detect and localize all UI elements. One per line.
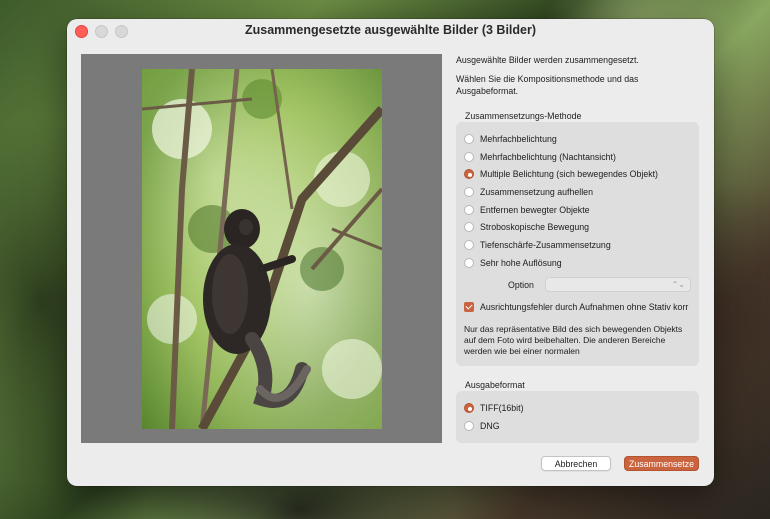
image-preview-area [81,54,442,443]
cancel-button[interactable]: Abbrechen [541,456,611,471]
radio-button-selected[interactable] [464,169,474,179]
radio-label: TIFF(16bit) [480,403,524,413]
intro-text-2: Wählen Sie die Kompositionsmethode und d… [456,74,639,96]
window-title: Zusammengesetzte ausgewählte Bilder (3 B… [244,23,537,37]
format-option-dng[interactable]: DNG [464,419,500,433]
preview-photo [142,69,382,429]
radio-button[interactable] [464,421,474,431]
radio-label: Multiple Belichtung (sich bewegendes Obj… [480,169,658,179]
format-option-tiff[interactable]: TIFF(16bit) [464,401,524,415]
radio-label: Mehrfachbelichtung (Nachtansicht) [480,152,616,162]
radio-button[interactable] [464,258,474,268]
format-group: TIFF(16bit) DNG [456,391,699,443]
radio-button[interactable] [464,187,474,197]
radio-button[interactable] [464,134,474,144]
stabilize-checkbox-row[interactable]: Ausrichtungsfehler durch Aufnahmen ohne … [464,302,688,312]
composite-dialog: Zusammengesetzte ausgewählte Bilder (3 B… [67,19,714,486]
minimize-window-button[interactable] [95,25,108,38]
method-option-2[interactable]: Multiple Belichtung (sich bewegendes Obj… [464,167,658,181]
maximize-window-button[interactable] [115,25,128,38]
checkbox-checked[interactable] [464,302,474,312]
option-label: Option [508,280,534,290]
radio-label: DNG [480,421,500,431]
title-bar: Zusammengesetzte ausgewählte Bilder (3 B… [67,19,714,41]
monkey-photo-illustration [142,69,382,429]
method-group: Mehrfachbelichtung Mehrfachbelichtung (N… [456,122,699,366]
radio-button-selected[interactable] [464,403,474,413]
method-option-7[interactable]: Sehr hohe Auflösung [464,256,562,270]
option-select[interactable]: ⌃⌄ [545,277,691,292]
method-option-0[interactable]: Mehrfachbelichtung [464,132,557,146]
format-section-label: Ausgabeformat [465,380,525,390]
method-option-5[interactable]: Stroboskopische Bewegung [464,220,589,234]
checkbox-label: Ausrichtungsfehler durch Aufnahmen ohne … [480,302,689,312]
radio-label: Tiefenschärfe-Zusammensetzung [480,240,611,250]
radio-label: Sehr hohe Auflösung [480,258,562,268]
updown-chevron-icon: ⌃⌄ [671,280,685,289]
method-description: Nur das repräsentative Bild des sich bew… [464,324,683,356]
radio-button[interactable] [464,222,474,232]
compose-button[interactable]: Zusammensetze [624,456,699,471]
close-window-button[interactable] [75,25,88,38]
radio-button[interactable] [464,240,474,250]
window-controls [75,25,128,38]
intro-text-1: Ausgewählte Bilder werden zusammengesetz… [456,55,639,65]
method-section-label: Zusammensetzungs-Methode [465,111,582,121]
radio-label: Entfernen bewegter Objekte [480,205,590,215]
method-option-6[interactable]: Tiefenschärfe-Zusammensetzung [464,238,611,252]
radio-button[interactable] [464,152,474,162]
method-option-4[interactable]: Entfernen bewegter Objekte [464,203,590,217]
radio-label: Mehrfachbelichtung [480,134,557,144]
radio-button[interactable] [464,205,474,215]
radio-label: Stroboskopische Bewegung [480,222,590,232]
method-option-1[interactable]: Mehrfachbelichtung (Nachtansicht) [464,150,616,164]
radio-label: Zusammensetzung aufhellen [480,187,593,197]
settings-panel: Ausgewählte Bilder werden zusammengesetz… [456,54,701,105]
method-option-3[interactable]: Zusammensetzung aufhellen [464,185,593,199]
